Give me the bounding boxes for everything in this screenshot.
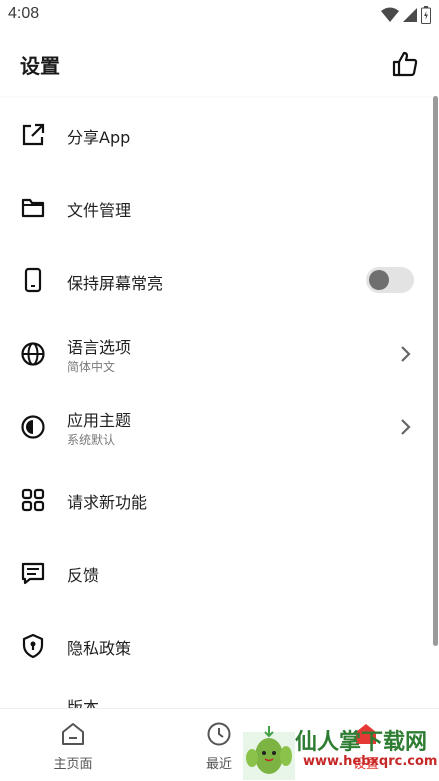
setting-language[interactable]: 语言选项 简体中文: [0, 317, 425, 390]
setting-subtitle: 系统默认: [67, 433, 116, 447]
setting-label: 请求新功能: [67, 493, 148, 512]
privacy-shield-icon: [22, 633, 44, 659]
setting-file-management[interactable]: 文件管理: [0, 171, 425, 244]
grid-apps-icon: [21, 488, 45, 512]
watermark-text: 仙人掌下载网: [295, 730, 428, 755]
folder-icon: [21, 198, 45, 218]
setting-label: 反馈: [67, 566, 100, 585]
setting-label: 版本: [67, 698, 100, 708]
theme-contrast-icon: [21, 415, 45, 439]
feedback-message-icon: [21, 562, 45, 585]
cactus-logo-icon: [243, 726, 295, 780]
phone-icon: [24, 267, 42, 293]
watermark-url: www.hebxqrc.com: [303, 754, 438, 769]
setting-version[interactable]: 版本: [0, 682, 425, 708]
watermark: 仙人掌下载网 www.hebxqrc.com: [243, 722, 439, 780]
setting-label: 保持屏幕常亮: [67, 274, 164, 293]
setting-label: 文件管理: [67, 201, 132, 220]
share-external-icon: [22, 123, 45, 146]
globe-icon: [21, 342, 45, 366]
toggle-knob: [369, 270, 389, 290]
setting-feedback[interactable]: 反馈: [0, 536, 425, 609]
setting-label: 隐私政策: [67, 639, 132, 658]
status-time: 4:08: [8, 5, 40, 22]
setting-label: 分享App: [67, 128, 131, 147]
thumbs-up-icon: [392, 51, 418, 77]
status-icons: [381, 6, 431, 24]
status-bar: 4:08: [0, 0, 439, 32]
home-icon: [62, 723, 84, 745]
signal-icon: [403, 8, 417, 22]
app-bar: 设置: [0, 32, 439, 96]
clock-icon: [207, 722, 231, 746]
like-button[interactable]: [391, 50, 419, 78]
wifi-icon: [381, 7, 399, 22]
settings-list[interactable]: 分享App 文件管理 保持屏幕常亮 语言选项 简体中文 应用主题 系统默认 请求…: [0, 96, 439, 708]
setting-app-theme[interactable]: 应用主题 系统默认: [0, 390, 425, 463]
setting-keep-screen-on[interactable]: 保持屏幕常亮: [0, 244, 425, 317]
chevron-right-icon: [401, 346, 411, 362]
scrollbar[interactable]: [433, 96, 438, 646]
nav-home[interactable]: 主页面: [33, 715, 113, 775]
battery-icon: [421, 6, 431, 24]
setting-request-feature[interactable]: 请求新功能: [0, 463, 425, 536]
page-title: 设置: [20, 54, 60, 78]
keep-screen-on-toggle[interactable]: [366, 267, 414, 293]
setting-subtitle: 简体中文: [67, 360, 116, 374]
nav-label: 主页面: [53, 757, 93, 772]
setting-label: 语言选项: [67, 338, 132, 357]
setting-share-app[interactable]: 分享App: [0, 98, 425, 171]
setting-label: 应用主题: [67, 411, 132, 430]
setting-privacy-policy[interactable]: 隐私政策: [0, 609, 425, 682]
chevron-right-icon: [401, 419, 411, 435]
